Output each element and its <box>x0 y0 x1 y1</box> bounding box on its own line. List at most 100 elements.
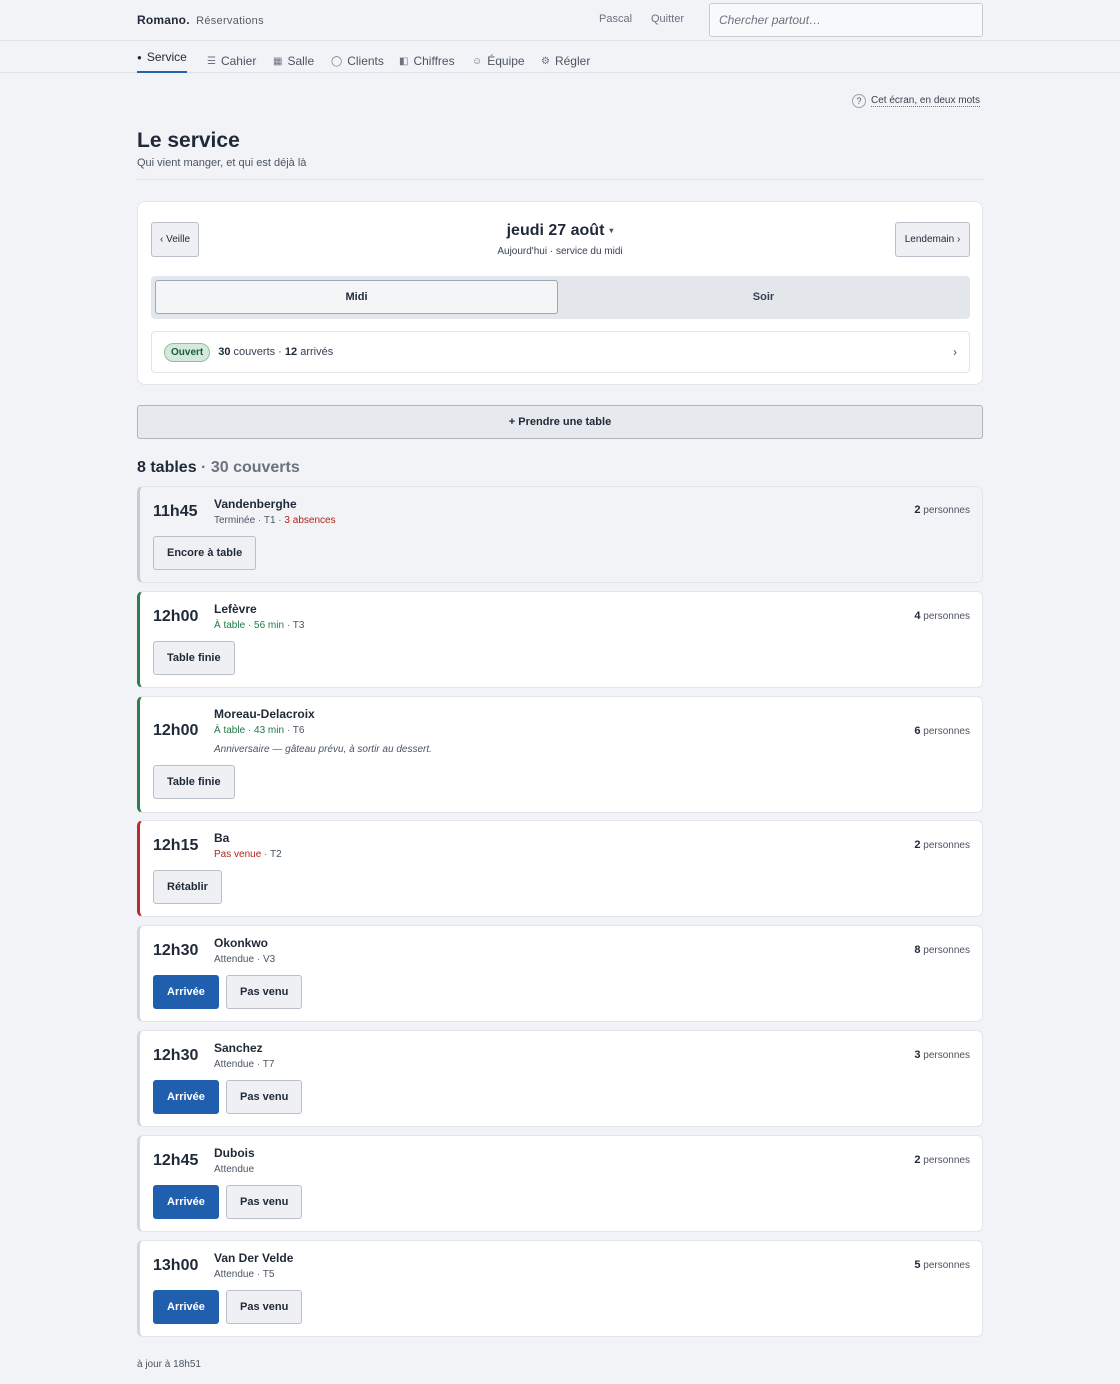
service-midi[interactable]: Midi <box>155 280 558 314</box>
reservation-card: 12h30 Sanchez Attendue · T7 3 personnes … <box>137 1030 983 1127</box>
tab-label: Salle <box>287 54 315 68</box>
search-input[interactable] <box>709 3 983 37</box>
party-label: personnes <box>923 945 970 956</box>
reservation-time: 11h45 <box>153 503 198 520</box>
table-number: T7 <box>262 1059 275 1070</box>
reservation-meta: Attendue · T7 <box>214 1059 275 1070</box>
table-number: T6 <box>292 725 305 736</box>
party-count: 6 <box>914 725 921 737</box>
party-count: 2 <box>914 1154 921 1166</box>
reservation-card: 12h00 Lefèvre À table · 56 min · T3 4 pe… <box>137 591 983 688</box>
arrived-button[interactable]: Arrivée <box>153 1290 219 1324</box>
reservation-card: 12h30 Okonkwo Attendue · V3 8 personnes … <box>137 925 983 1022</box>
add-table-button[interactable]: + Prendre une table <box>137 405 983 439</box>
reservation-status: Attendue <box>214 1164 255 1175</box>
date-picker[interactable]: jeudi 27 août ▾ <box>138 222 982 240</box>
reservation-card: 12h45 Dubois Attendue 2 personnes Arrivé… <box>137 1135 983 1232</box>
reservation-meta: Terminée · T1 · 3 absences <box>214 515 336 526</box>
reservation-status: À table <box>214 725 246 736</box>
covers-label: couverts · <box>233 346 282 358</box>
guest-name: Dubois <box>214 1146 255 1160</box>
chart-icon: ◧ <box>399 55 409 67</box>
tab-label: Service <box>146 50 187 64</box>
party-count: 8 <box>914 944 921 956</box>
no-show-button[interactable]: Pas venu <box>226 1185 303 1219</box>
guest-name: Vandenberghe <box>214 497 297 511</box>
party-label: personnes <box>923 840 970 851</box>
date-subtitle: Aujourd'hui · service du midi <box>497 246 623 257</box>
absence-count: 3 absences <box>284 515 336 526</box>
table-number: T2 <box>269 849 282 860</box>
party-size: 2 personnes <box>914 504 970 516</box>
tab-clients[interactable]: ◯ Clients <box>331 49 384 73</box>
reservation-time: 13h00 <box>153 1257 199 1274</box>
reservation-time: 12h00 <box>153 722 199 739</box>
party-count: 5 <box>914 1259 921 1271</box>
help-link[interactable]: ? Cet écran, en deux mots <box>852 94 980 108</box>
page-subtitle: Qui vient manger, et qui est déjà là <box>137 157 307 169</box>
service-soir[interactable]: Soir <box>562 280 965 314</box>
party-label: personnes <box>923 505 970 516</box>
reservation-card: 13h00 Van Der Velde Attendue · T5 5 pers… <box>137 1240 983 1337</box>
service-status-row[interactable]: Ouvert 30 couverts · 12 arrivés › <box>151 331 970 373</box>
brand-section: Réservations <box>196 15 264 27</box>
reservation-meta: Pas venue · T2 <box>214 849 282 860</box>
guest-name: Moreau-Delacroix <box>214 707 315 721</box>
table-number: T3 <box>292 620 305 631</box>
arrived-count: 12 <box>284 346 298 358</box>
tab-service[interactable]: ● Service <box>137 49 187 73</box>
party-size: 2 personnes <box>914 1154 970 1166</box>
tab-cahier[interactable]: ☰ Cahier <box>207 49 256 73</box>
brand: Romano. Réservations <box>137 13 264 27</box>
party-label: personnes <box>923 726 970 737</box>
party-label: personnes <box>923 1155 970 1166</box>
party-label: personnes <box>923 1260 970 1271</box>
table-done-button[interactable]: Table finie <box>153 641 235 675</box>
party-label: personnes <box>923 1050 970 1061</box>
no-show-button[interactable]: Pas venu <box>226 975 303 1009</box>
party-label: personnes <box>923 611 970 622</box>
brand-name: Romano. <box>137 13 190 27</box>
table-done-button[interactable]: Table finie <box>153 765 235 799</box>
party-count: 3 <box>914 1049 921 1061</box>
reservation-time: 12h15 <box>153 837 199 854</box>
reservation-meta: Attendue · T5 <box>214 1269 275 1280</box>
reservation-meta: Attendue <box>214 1164 254 1175</box>
tab-label: Régler <box>554 54 591 68</box>
reservation-meta: À table · 56 min · T3 <box>214 620 305 631</box>
arrived-button[interactable]: Arrivée <box>153 1080 219 1114</box>
arrived-button[interactable]: Arrivée <box>153 975 219 1009</box>
logout-link[interactable]: Quitter <box>651 13 684 25</box>
gear-icon: ⚙ <box>541 55 550 67</box>
table-number: V3 <box>262 954 276 965</box>
tab-label: Clients <box>347 54 384 68</box>
covers-count: 30 <box>218 346 231 358</box>
tab-regler[interactable]: ⚙ Régler <box>541 49 590 73</box>
table-number: T1 <box>263 515 276 526</box>
tables-summary: 8 tables · 30 couverts <box>137 459 300 477</box>
status-badge: Ouvert <box>164 342 211 362</box>
user-name: Pascal <box>599 13 633 25</box>
tab-chiffres[interactable]: ◧ Chiffres <box>399 49 455 73</box>
party-count: 2 <box>914 504 921 516</box>
reservation-time: 12h30 <box>153 942 199 959</box>
reservation-status: Attendue <box>214 1059 255 1070</box>
tab-salle[interactable]: ▦ Salle <box>273 49 314 73</box>
no-show-button[interactable]: Pas venu <box>226 1290 303 1324</box>
still-seated-button[interactable]: Encore à table <box>153 536 257 570</box>
tables-count: 8 tables <box>137 459 197 476</box>
arrived-button[interactable]: Arrivée <box>153 1185 219 1219</box>
next-day-button[interactable]: Lendemain › <box>895 222 970 257</box>
guest-name: Van Der Velde <box>214 1251 294 1265</box>
help-label: Cet écran, en deux mots <box>871 95 980 107</box>
party-count: 2 <box>914 839 921 851</box>
no-show-button[interactable]: Pas venu <box>226 1080 303 1114</box>
last-updated: à jour à 18h51 <box>137 1359 201 1370</box>
tab-equipe[interactable]: ☺ Équipe <box>472 49 525 73</box>
help-icon: ? <box>852 94 866 108</box>
guest-name: Lefèvre <box>214 602 257 616</box>
covers-total: · 30 couverts <box>201 459 300 476</box>
list-icon: ☰ <box>207 55 216 67</box>
restore-button[interactable]: Rétablir <box>153 870 222 904</box>
divider <box>137 179 983 180</box>
